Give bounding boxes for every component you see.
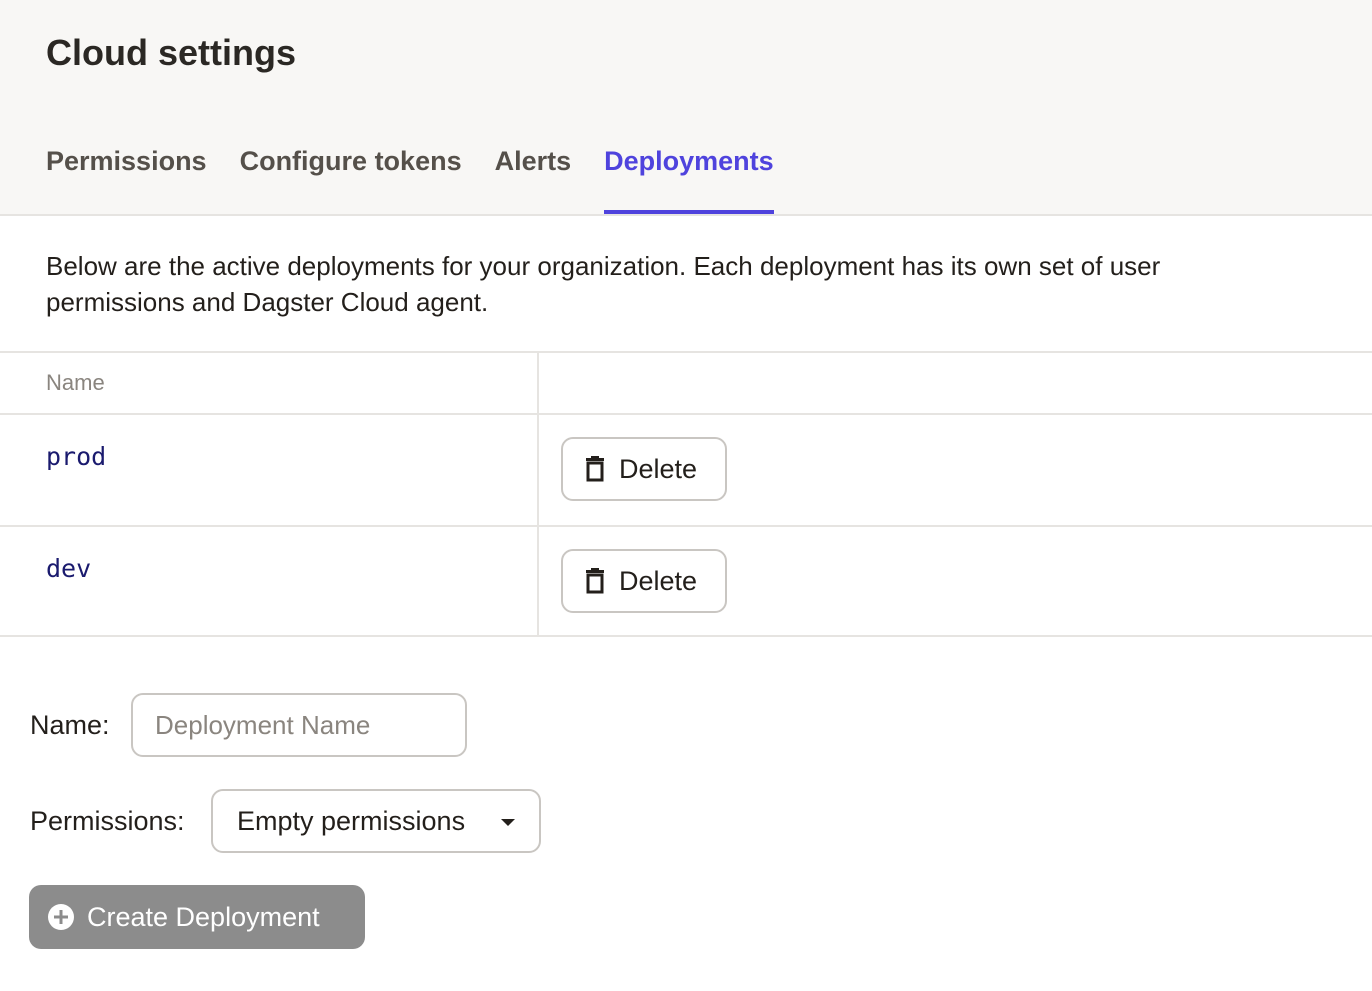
tab-configure-tokens[interactable]: Configure tokens [240, 146, 462, 214]
tab-bar: Permissions Configure tokens Alerts Depl… [46, 146, 807, 214]
tab-deployments[interactable]: Deployments [604, 146, 774, 214]
deployment-name-prod: prod [46, 442, 107, 471]
deployment-name-input[interactable] [131, 693, 467, 757]
tab-permissions[interactable]: Permissions [46, 146, 207, 214]
tab-alerts[interactable]: Alerts [495, 146, 572, 214]
delete-button-label: Delete [619, 453, 698, 484]
deployment-name-dev: dev [46, 554, 92, 583]
trash-icon [586, 568, 604, 594]
add-circle-icon [48, 904, 74, 930]
table-bottom-divider [0, 635, 1372, 637]
delete-dev-button[interactable]: Delete [561, 549, 727, 613]
page-title: Cloud settings [46, 32, 296, 73]
permissions-select-value: Empty permissions [237, 805, 466, 836]
trash-icon [586, 456, 604, 482]
delete-button-label: Delete [619, 565, 698, 596]
table-top-divider [0, 351, 1372, 353]
delete-prod-button[interactable]: Delete [561, 437, 727, 501]
caret-down-icon [501, 819, 515, 826]
permissions-select[interactable]: Empty permissions [211, 789, 541, 853]
column-header-name: Name [46, 370, 105, 395]
create-deployment-label: Create Deployment [87, 901, 320, 932]
deployments-description: Below are the active deployments for you… [46, 251, 1161, 317]
create-deployment-button[interactable]: Create Deployment [29, 885, 365, 949]
page-header: Cloud settings Permissions Configure tok… [0, 0, 1372, 216]
table-column-divider [537, 352, 539, 636]
table-row-divider [0, 525, 1372, 527]
name-label: Name: [30, 710, 110, 740]
permissions-label: Permissions: [30, 806, 185, 836]
table-header-divider [0, 413, 1372, 415]
